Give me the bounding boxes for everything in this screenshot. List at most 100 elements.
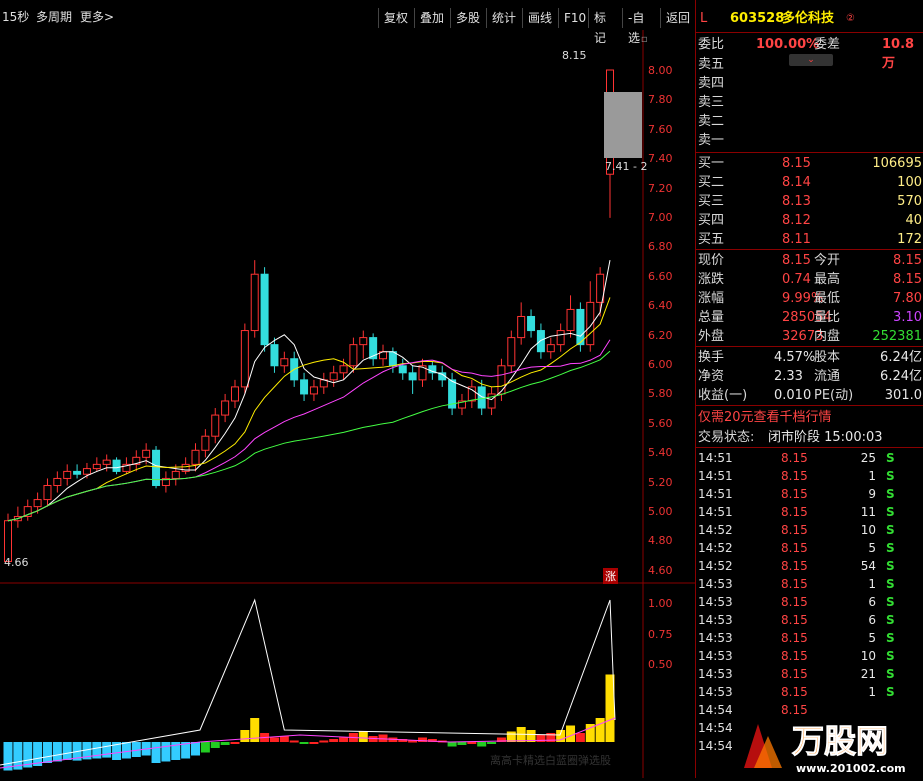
adjust-button[interactable]: 复权 [378, 8, 414, 28]
candle-body [546, 344, 555, 353]
multi-period-button[interactable]: 多周期 [36, 8, 72, 25]
tick-row: 14:53 8.15 1 S [696, 683, 923, 701]
tick-price: 8.15 [781, 667, 808, 681]
stat-label: 内盘 [814, 329, 841, 344]
oscillator-bar [151, 742, 161, 763]
period-15s-button[interactable]: 15秒 [2, 8, 29, 25]
stat-label: 涨跌 [698, 272, 725, 287]
price-tick-label: 6.40 [648, 299, 673, 313]
bid-volume: 172 [897, 232, 922, 247]
tick-volume: 21 [860, 667, 876, 681]
oscillator-bar [269, 737, 279, 742]
f10-button[interactable]: F10 [558, 8, 588, 28]
tick-volume: 5 [868, 631, 876, 645]
stat-value: 3.10 [893, 310, 922, 325]
price-tick-label: 4.80 [648, 534, 673, 548]
chart-settings-icon[interactable]: ◇ ▫ [630, 34, 648, 45]
price-tick-label: 5.80 [648, 387, 673, 401]
tick-time: 14:53 [698, 595, 733, 609]
ma5-line [7, 260, 611, 522]
box-range-label: 7.41 - 2 [605, 160, 648, 173]
stat-label: PE(动) [814, 388, 854, 403]
candle-body [221, 400, 230, 416]
multi-stock-button[interactable]: 多股 [450, 8, 486, 28]
price-tick-label: 7.40 [648, 152, 673, 166]
info-icon[interactable]: ② [846, 9, 855, 28]
ask-level-label: 卖一 [698, 133, 725, 148]
tick-row: 14:53 8.15 21 S [696, 665, 923, 683]
limit-up-tag: 涨 [603, 568, 618, 584]
brand-watermark-logo: 万股网 www.201002.com [744, 722, 906, 775]
oscillator-bar [477, 742, 487, 747]
draw-line-button[interactable]: 画线 [522, 8, 558, 28]
tick-price: 8.15 [781, 451, 808, 465]
oscillator-bar [279, 736, 289, 742]
tick-volume: 6 [868, 595, 876, 609]
bid-volume: 100 [897, 175, 922, 190]
watermark-brand: 万股网 [792, 722, 888, 760]
candle-body [142, 449, 151, 458]
candle-body [507, 337, 516, 367]
tick-volume: 1 [868, 577, 876, 591]
candle-body [339, 365, 348, 374]
statistics-button[interactable]: 统计 [486, 8, 522, 28]
tick-side: S [886, 685, 895, 699]
candlestick-chart[interactable]: 8.00 7.80 7.60 7.40 7.20 7.00 6.80 6.60 6.40 6.20… [0, 30, 695, 778]
tick-side: S [886, 595, 895, 609]
tick-side: S [886, 451, 895, 465]
candle-body [349, 344, 358, 367]
tick-volume: 1 [868, 685, 876, 699]
ask-level-label: 卖二 [698, 114, 725, 129]
price-tick-label: 6.00 [648, 358, 673, 371]
bid-price: 8.12 [782, 213, 811, 228]
tick-volume: 10 [860, 649, 876, 663]
tick-volume: 10 [860, 523, 876, 537]
stat-value: 0.010 [774, 388, 812, 403]
stat-label: 流通 [814, 369, 841, 384]
oscillator-bar [575, 733, 585, 742]
tick-side: S [886, 631, 895, 645]
low-price-label: 4.66 [4, 556, 29, 569]
ask-level-label: 卖四 [698, 76, 725, 91]
price-tick-label: 7.80 [648, 93, 673, 107]
more-button[interactable]: 更多> [80, 8, 114, 25]
tick-price: 8.15 [781, 487, 808, 501]
stat-label: 股本 [814, 350, 841, 365]
candle-body [359, 337, 368, 346]
add-watchlist-button[interactable]: -自选 [622, 8, 660, 45]
overlay-button[interactable]: 叠加 [414, 8, 450, 28]
price-tick-label: 7.60 [648, 122, 673, 136]
price-tick-label: 7.20 [648, 181, 673, 195]
oscillator-bar [52, 742, 62, 762]
promo-link[interactable]: 仅需20元查看千档行情 [698, 408, 832, 427]
tick-side: S [886, 469, 895, 483]
tick-time: 14:51 [698, 451, 733, 465]
tick-price: 8.15 [781, 469, 808, 483]
tick-row: 14:51 8.15 25 S [696, 449, 923, 467]
stock-name: 多伦科技 [782, 11, 835, 26]
candle-body [230, 386, 239, 402]
oscillator-bar [42, 742, 52, 763]
tick-volume: 9 [868, 487, 876, 501]
candle-body [527, 315, 536, 332]
market-flag: L [700, 11, 708, 26]
bid-level-label: 买三 [698, 194, 725, 209]
price-tick-label: 6.20 [648, 328, 673, 342]
stat-label: 涨幅 [698, 291, 725, 306]
candle-body [329, 372, 338, 381]
candle-body [300, 379, 309, 395]
tick-price: 8.15 [781, 541, 808, 555]
oscillator-tick-label: 0.50 [648, 658, 673, 671]
tick-row: 14:52 8.15 10 S [696, 521, 923, 539]
oscillator-bar [457, 742, 467, 745]
stat-value: 2.33 [774, 369, 803, 384]
back-button[interactable]: 返回 [660, 8, 695, 28]
oscillator-bar [200, 742, 210, 753]
mark-button[interactable]: 标记 [588, 8, 622, 45]
tick-price: 8.15 [781, 559, 808, 573]
tick-row: 14:52 8.15 54 S [696, 557, 923, 575]
tick-row: 14:53 8.15 6 S [696, 593, 923, 611]
candle-body [517, 315, 526, 339]
price-tick-label: 4.60 [648, 563, 673, 577]
high-price-label: 8.15 [562, 49, 587, 62]
